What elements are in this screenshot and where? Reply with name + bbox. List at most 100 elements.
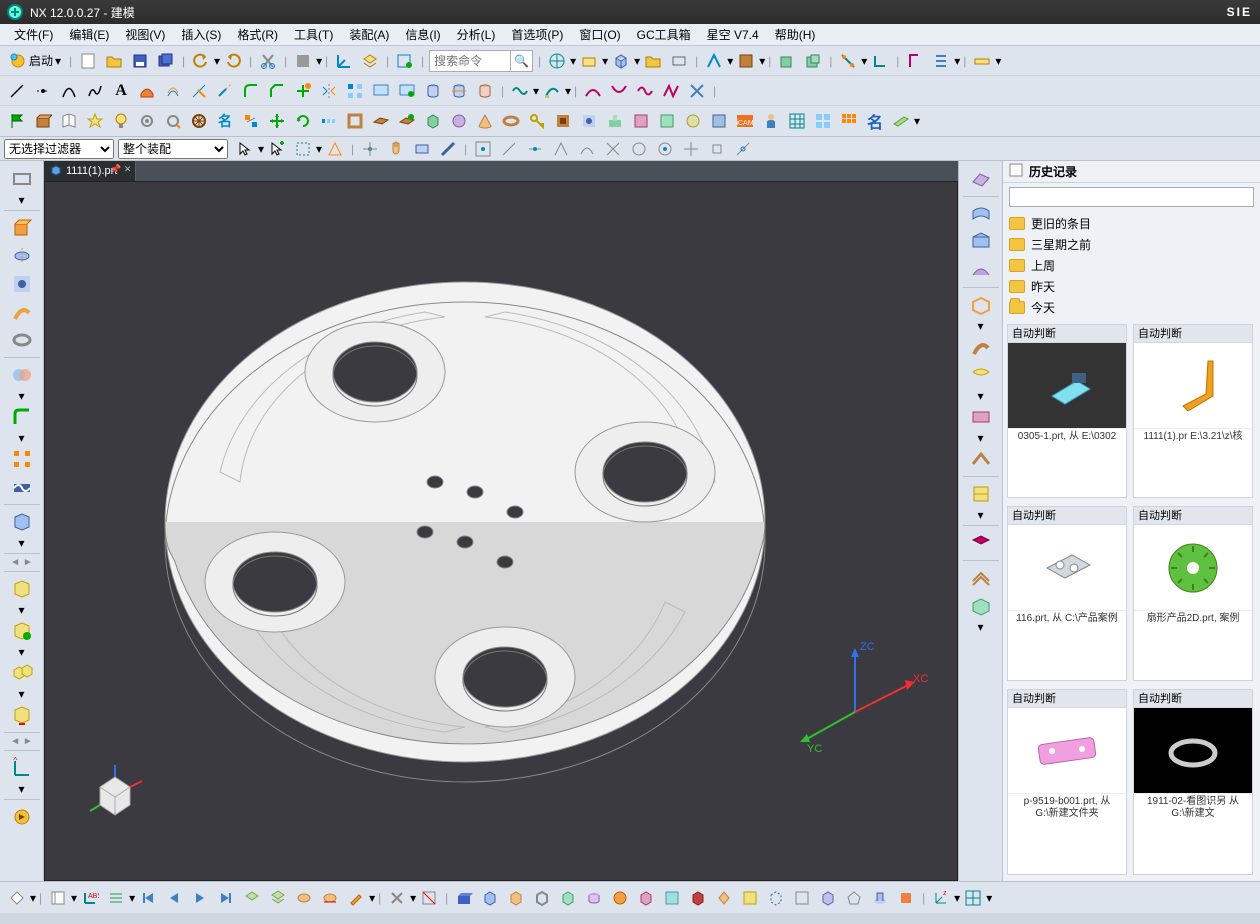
pattern-linear-tool[interactable]	[317, 109, 341, 133]
cylinder-tool[interactable]	[421, 79, 445, 103]
wheel-tool[interactable]	[187, 109, 211, 133]
snap-center[interactable]	[358, 137, 382, 161]
tool-c[interactable]	[681, 109, 705, 133]
line-tool[interactable]	[5, 79, 29, 103]
snap-edge[interactable]	[436, 137, 460, 161]
wave-tool[interactable]	[508, 79, 532, 103]
surf7-button[interactable]	[969, 363, 993, 387]
layer-button[interactable]	[358, 49, 382, 73]
shell-tool[interactable]	[343, 109, 367, 133]
surf12-button[interactable]	[969, 566, 993, 590]
box-button[interactable]	[609, 49, 633, 73]
asm1-button[interactable]	[10, 577, 34, 601]
bottom-prev2[interactable]	[136, 886, 160, 910]
menu-view[interactable]: 视图(V)	[117, 24, 173, 45]
menu-tools[interactable]: 工具(T)	[286, 24, 341, 45]
3d-curve-tool[interactable]	[540, 79, 564, 103]
meas1-button[interactable]	[836, 49, 860, 73]
ruler-button[interactable]	[970, 49, 994, 73]
bottom-axis[interactable]: z	[929, 886, 953, 910]
replay-button[interactable]	[10, 805, 34, 829]
snap-hand[interactable]	[384, 137, 408, 161]
bottom-2[interactable]: ABS	[78, 886, 102, 910]
meas2-button[interactable]	[868, 49, 892, 73]
bprim-7[interactable]	[608, 886, 632, 910]
bottom-grid[interactable]	[961, 886, 985, 910]
open-file-button[interactable]	[102, 49, 126, 73]
align-tool[interactable]	[239, 109, 263, 133]
asm2-button[interactable]	[10, 619, 34, 643]
undo-button[interactable]	[189, 49, 213, 73]
menu-analyze[interactable]: 分析(L)	[449, 24, 504, 45]
sel-mode2[interactable]	[323, 137, 347, 161]
menu-info[interactable]: 信息(I)	[397, 24, 448, 45]
sel-mode1[interactable]	[291, 137, 315, 161]
extrude2-button[interactable]	[10, 216, 34, 240]
text-tool[interactable]: A	[109, 79, 133, 103]
bottom-next[interactable]	[188, 886, 212, 910]
snap-10[interactable]	[705, 137, 729, 161]
3d-viewport[interactable]: ZC XC YC	[44, 181, 958, 881]
pattern-curve-tool[interactable]	[343, 79, 367, 103]
arc-tool[interactable]	[57, 79, 81, 103]
menu-xingkong[interactable]: 星空 V7.4	[699, 24, 767, 45]
menu-window[interactable]: 窗口(O)	[571, 24, 628, 45]
spline-tool[interactable]	[83, 79, 107, 103]
key-tool[interactable]	[525, 109, 549, 133]
tool-b[interactable]	[655, 109, 679, 133]
cut-button[interactable]	[256, 49, 280, 73]
sync2-button[interactable]	[929, 49, 953, 73]
revolve-button[interactable]	[10, 244, 34, 268]
surf2-button[interactable]	[969, 202, 993, 226]
sketch2-tool[interactable]	[395, 79, 419, 103]
shade-button[interactable]	[291, 49, 315, 73]
touchmode-button[interactable]	[393, 49, 417, 73]
sync1-button[interactable]	[903, 49, 927, 73]
sketch1-tool[interactable]	[369, 79, 393, 103]
history-thumb[interactable]: 自动判断 1911-02-看图识另 从 G:\新建文	[1133, 689, 1253, 875]
bprim-18[interactable]	[894, 886, 918, 910]
tool-d[interactable]	[707, 109, 731, 133]
face-blend-button[interactable]	[10, 510, 34, 534]
bprim-13[interactable]	[764, 886, 788, 910]
history-folder[interactable]: 昨天	[1009, 276, 1254, 297]
bprim-9[interactable]	[660, 886, 684, 910]
menu-assembly[interactable]: 装配(A)	[341, 24, 397, 45]
surf1-button[interactable]	[969, 167, 993, 191]
bridge3-tool[interactable]	[633, 79, 657, 103]
boss-tool[interactable]	[603, 109, 627, 133]
bridge4-tool[interactable]	[659, 79, 683, 103]
checkbox-icon[interactable]	[1009, 163, 1023, 180]
snap-face[interactable]	[410, 137, 434, 161]
snap-11[interactable]	[731, 137, 755, 161]
menu-format[interactable]: 格式(R)	[229, 24, 286, 45]
history-thumb[interactable]: 自动判断 116.prt, 从 C:\产品案例	[1007, 506, 1127, 680]
app2-button[interactable]	[734, 49, 758, 73]
undo-dropdown[interactable]: ▾	[214, 54, 220, 68]
bprim-3[interactable]	[504, 886, 528, 910]
bridge2-tool[interactable]	[607, 79, 631, 103]
fit-button[interactable]	[577, 49, 601, 73]
menu-edit[interactable]: 编辑(E)	[61, 24, 117, 45]
ring-button[interactable]	[10, 328, 34, 352]
history-thumb[interactable]: 自动判断 0305-1.prt, 从 E:\0302	[1007, 324, 1127, 498]
sel-plus-button[interactable]	[265, 137, 289, 161]
icam-tool[interactable]: iCAM	[733, 109, 757, 133]
surf6-button[interactable]	[969, 335, 993, 359]
app1-button[interactable]	[702, 49, 726, 73]
filter-select-2[interactable]: 整个装配	[118, 139, 228, 159]
bprim-1[interactable]	[452, 886, 476, 910]
history-thumb[interactable]: 自动判断 扇形产品2D.prt, 案例	[1133, 506, 1253, 680]
history-thumb[interactable]: 自动判断 1111(1).pr E:\3.21\z\核	[1133, 324, 1253, 498]
grid3-tool[interactable]	[837, 109, 861, 133]
wave2-button[interactable]	[801, 49, 825, 73]
man-tool[interactable]	[759, 109, 783, 133]
grid2-tool[interactable]	[811, 109, 835, 133]
tool-a[interactable]	[629, 109, 653, 133]
snap-8[interactable]	[653, 137, 677, 161]
cylinder3-tool[interactable]	[473, 79, 497, 103]
document-tab[interactable]: 1111(1).prt 📌 ✕	[44, 161, 136, 181]
menu-gctoolbox[interactable]: GC工具箱	[629, 24, 699, 45]
snap-1[interactable]	[471, 137, 495, 161]
snap-5[interactable]	[575, 137, 599, 161]
